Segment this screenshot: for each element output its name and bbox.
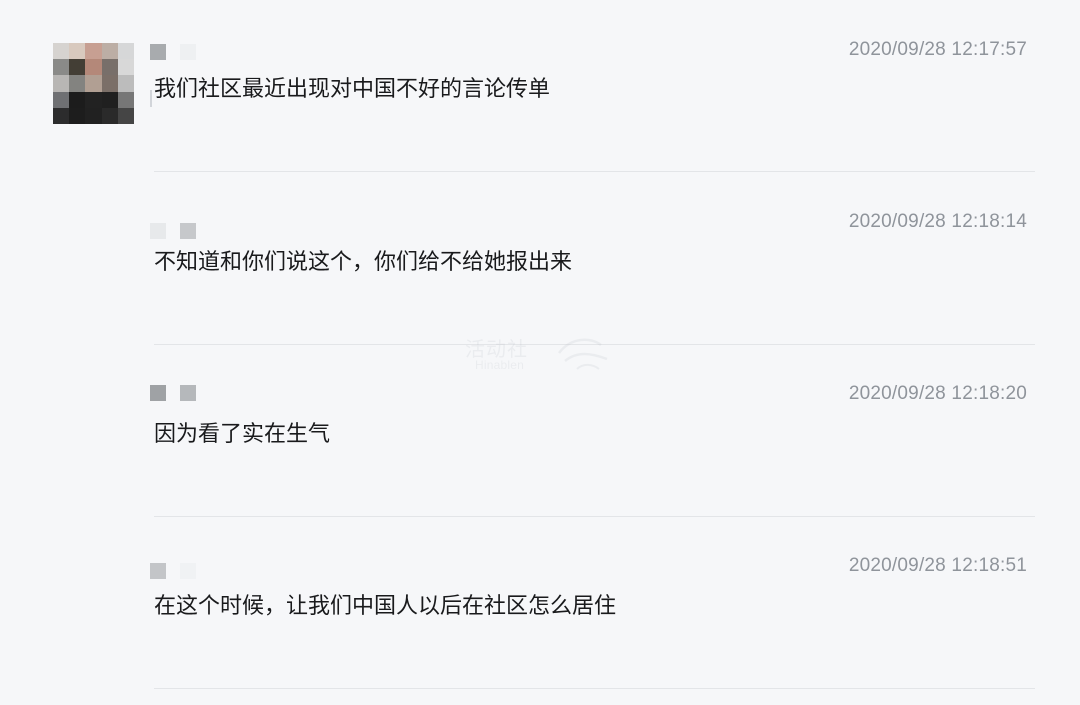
avatar-pixel	[117, 91, 134, 108]
avatar-pixel	[53, 107, 70, 124]
avatar[interactable]	[53, 43, 134, 124]
avatar-pixel	[85, 107, 102, 124]
avatar-pixel	[69, 43, 86, 60]
message-timestamp: 2020/09/28 12:18:14	[848, 211, 1027, 232]
message-item[interactable]: 2020/09/28 12:18:20 因为看了实在生气	[0, 345, 1080, 517]
message-text[interactable]: 因为看了实在生气	[154, 420, 330, 450]
text-cursor	[150, 90, 152, 107]
message-timestamp: 2020/09/28 12:18:51	[848, 555, 1027, 576]
avatar-pixel	[69, 91, 86, 108]
sender-name-redacted	[150, 44, 196, 60]
message-timestamp: 2020/09/28 12:17:57	[848, 39, 1027, 60]
avatar-pixel	[117, 59, 134, 76]
avatar-pixel	[69, 107, 86, 124]
sender-name-redacted	[150, 563, 196, 579]
avatar-pixel	[69, 59, 86, 76]
avatar-pixel	[101, 107, 118, 124]
message-text[interactable]: 在这个时候，让我们中国人以后在社区怎么居住	[154, 592, 616, 622]
sender-name-redacted	[150, 223, 196, 239]
avatar-pixel	[69, 75, 86, 92]
avatar-pixel	[101, 43, 118, 60]
message-text[interactable]: 不知道和你们说这个，你们给不给她报出来	[154, 248, 572, 278]
avatar-pixel	[85, 59, 102, 76]
avatar-pixel	[101, 59, 118, 76]
avatar-pixel	[85, 75, 102, 92]
avatar-pixel	[117, 43, 134, 60]
avatar-pixel	[53, 91, 70, 108]
message-timestamp: 2020/09/28 12:18:20	[848, 383, 1027, 404]
avatar-pixel	[101, 75, 118, 92]
avatar-pixel	[53, 43, 70, 60]
avatar-pixel	[117, 107, 134, 124]
message-divider	[154, 688, 1035, 689]
message-text[interactable]: 我们社区最近出现对中国不好的言论传单	[154, 75, 550, 105]
avatar-pixel	[101, 91, 118, 108]
message-item[interactable]: 2020/09/28 12:18:14 不知道和你们说这个，你们给不给她报出来	[0, 172, 1080, 344]
message-item[interactable]: 2020/09/28 12:18:51 在这个时候，让我们中国人以后在社区怎么居…	[0, 517, 1080, 689]
avatar-pixel	[85, 91, 102, 108]
message-item[interactable]: 2020/09/28 12:17:57 我们社区最近出现对中国不好的言论传单	[0, 0, 1080, 172]
sender-name-redacted	[150, 385, 196, 401]
avatar-pixel	[117, 75, 134, 92]
avatar-pixel	[85, 43, 102, 60]
avatar-pixel	[53, 59, 70, 76]
chat-history-list: 2020/09/28 12:17:57 我们社区最近出现对中国不好的言论传单 2…	[0, 0, 1080, 705]
avatar-pixel	[53, 75, 70, 92]
